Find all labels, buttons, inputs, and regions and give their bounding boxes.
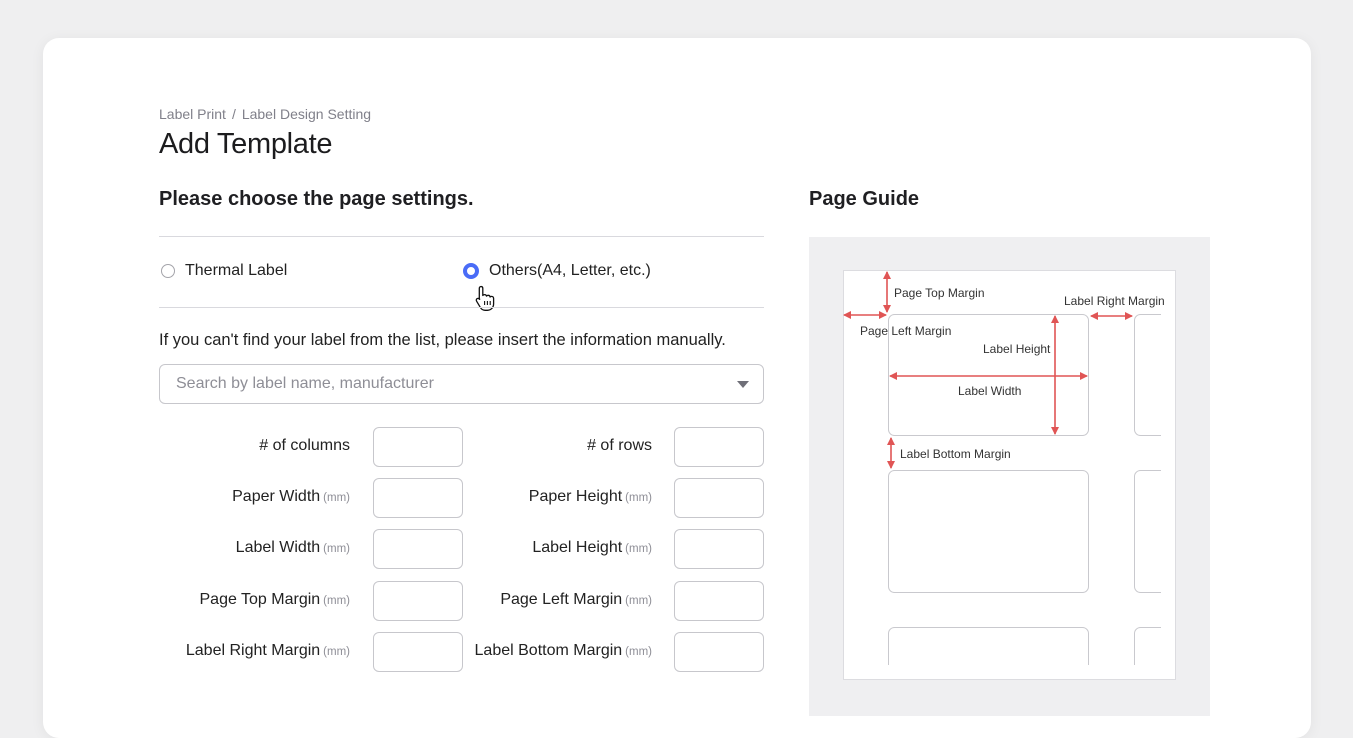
page-top-margin-input[interactable]	[373, 581, 463, 621]
page-top-margin-label: Page Top Margin (mm)	[199, 591, 351, 608]
columns-label: # of columns	[259, 437, 350, 454]
guide-label-width-text: Label Width	[958, 384, 1021, 398]
label-outline	[1134, 470, 1161, 593]
unit-mm: (mm)	[625, 492, 652, 504]
columns-input[interactable]	[373, 427, 463, 467]
label-outline	[888, 627, 1089, 665]
unit-mm: (mm)	[625, 543, 652, 555]
label-outline	[1134, 627, 1161, 665]
paper-height-label: Paper Height (mm)	[528, 488, 652, 505]
page-title: Add Template	[159, 128, 333, 160]
divider-bottom	[159, 307, 764, 308]
guide-label-height-text: Label Height	[983, 342, 1051, 356]
label-search-input[interactable]	[174, 374, 737, 394]
guide-label-bottom-margin-text: Label Bottom Margin	[900, 447, 1011, 461]
radio-others[interactable]: Others(A4, Letter, etc.)	[463, 262, 651, 280]
guide-page-top-margin-text: Page Top Margin	[894, 286, 985, 300]
unit-mm: (mm)	[323, 646, 350, 658]
paper-width-label: Paper Width (mm)	[232, 488, 350, 505]
radio-thermal-label[interactable]: Thermal Label	[161, 262, 287, 280]
label-width-label: Label Width (mm)	[235, 539, 350, 556]
radio-unchecked-icon[interactable]	[161, 264, 175, 278]
unit-mm: (mm)	[625, 646, 652, 658]
manual-entry-hint: If you can't find your label from the li…	[159, 331, 726, 349]
paper-width-input[interactable]	[373, 478, 463, 518]
label-outline	[888, 470, 1089, 593]
guide-label-right-margin-text: Label Right Margin	[1064, 294, 1165, 308]
page-left-margin-label: Page Left Margin (mm)	[500, 591, 652, 608]
divider-top	[159, 236, 764, 237]
radio-others-text: Others(A4, Letter, etc.)	[489, 262, 651, 279]
unit-mm: (mm)	[625, 595, 652, 607]
page-guide-diagram: Page Top Margin Label Right Margin Page …	[843, 271, 1165, 665]
label-right-margin-label: Label Right Margin (mm)	[185, 642, 350, 659]
label-right-margin-input[interactable]	[373, 632, 463, 672]
label-outline	[1134, 314, 1161, 436]
label-height-input[interactable]	[674, 529, 764, 569]
label-search-select[interactable]	[159, 364, 764, 404]
rows-label: # of rows	[587, 437, 652, 454]
paper-height-input[interactable]	[674, 478, 764, 518]
breadcrumb-item-label-print[interactable]: Label Print	[159, 106, 226, 122]
unit-mm: (mm)	[323, 595, 350, 607]
label-width-input[interactable]	[373, 529, 463, 569]
breadcrumb-separator: /	[231, 106, 236, 122]
breadcrumb: Label Print / Label Design Setting	[159, 106, 371, 122]
unit-mm: (mm)	[323, 543, 350, 555]
chevron-down-icon[interactable]	[737, 380, 749, 388]
page-guide-title: Page Guide	[809, 188, 920, 210]
label-bottom-margin-label: Label Bottom Margin (mm)	[474, 642, 652, 659]
radio-checked-icon[interactable]	[463, 263, 479, 279]
label-bottom-margin-input[interactable]	[674, 632, 764, 672]
unit-mm: (mm)	[323, 492, 350, 504]
radio-thermal-label-text: Thermal Label	[185, 262, 288, 279]
guide-page-left-margin-text: Page Left Margin	[860, 324, 951, 338]
breadcrumb-item-label-design-setting[interactable]: Label Design Setting	[242, 106, 371, 122]
section-title: Please choose the page settings.	[159, 188, 474, 210]
page-left-margin-input[interactable]	[674, 581, 764, 621]
label-height-label: Label Height (mm)	[532, 539, 652, 556]
rows-input[interactable]	[674, 427, 764, 467]
